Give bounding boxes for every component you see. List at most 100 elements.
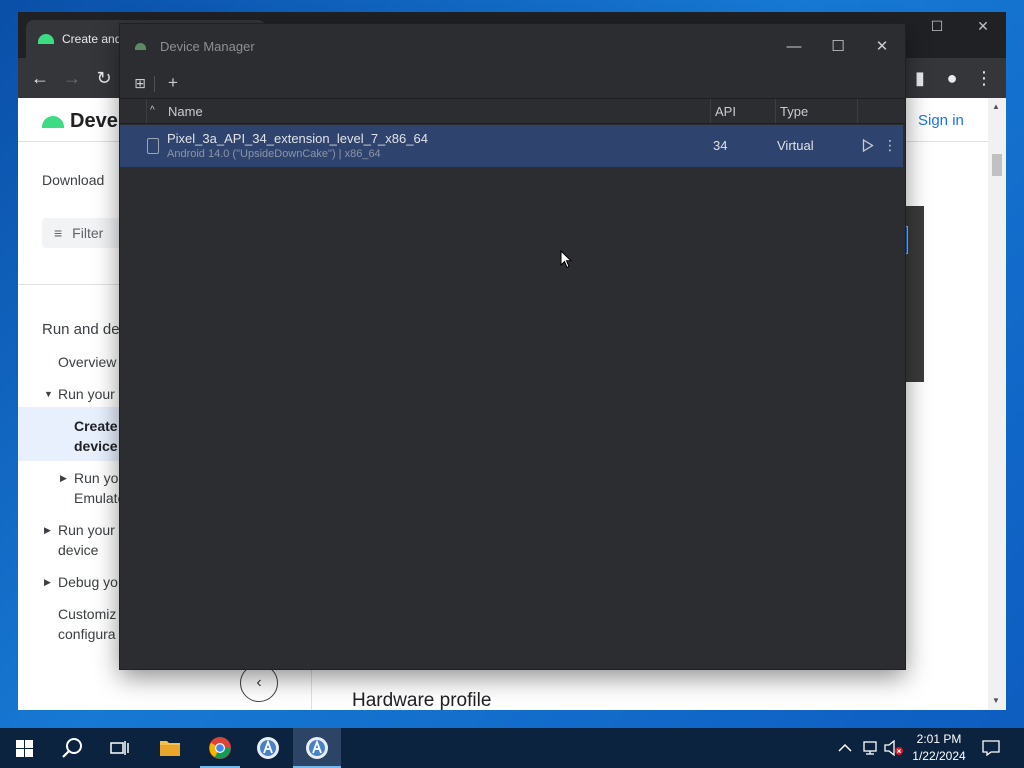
network-button[interactable] xyxy=(862,728,880,768)
column-separator[interactable] xyxy=(775,99,776,123)
device-group-icon[interactable]: ⊞ xyxy=(128,71,152,95)
close-icon[interactable]: ✕ xyxy=(960,12,1006,40)
side-panel-icon[interactable]: ▮ xyxy=(906,64,934,92)
maximize-icon[interactable]: ☐ xyxy=(914,12,960,40)
maximize-button[interactable]: ☐ xyxy=(823,34,853,58)
page-scrollbar[interactable]: ▲ ▼ xyxy=(988,98,1006,710)
toolbar-separator xyxy=(154,76,155,92)
android-icon xyxy=(42,115,64,128)
site-name: Devel xyxy=(70,110,124,132)
chevron-left-icon: ‹ xyxy=(256,674,262,691)
device-api: 34 xyxy=(713,138,728,153)
nav-item-run-your-app[interactable]: Run your a xyxy=(58,384,126,404)
android-studio-button[interactable] xyxy=(244,728,292,768)
chrome-tab-title: Create and xyxy=(62,32,122,46)
windows-logo-icon xyxy=(15,739,33,757)
add-device-button[interactable]: + xyxy=(161,71,185,95)
column-header-type[interactable]: Type xyxy=(780,104,808,119)
sign-in-link[interactable]: Sign in xyxy=(918,112,964,129)
dm-window-title: Device Manager xyxy=(160,39,255,54)
profile-icon[interactable]: ● xyxy=(938,64,966,92)
chrome-icon xyxy=(209,737,231,759)
run-device-button[interactable] xyxy=(861,137,875,153)
column-header-name[interactable]: Name xyxy=(168,104,203,119)
nav-item-customize-line2[interactable]: configura xyxy=(58,624,116,644)
caret-right-icon[interactable]: ▶ xyxy=(44,577,51,588)
task-view-button[interactable] xyxy=(96,728,144,768)
plus-icon: + xyxy=(168,73,178,92)
filter-placeholder: Filter xyxy=(72,225,104,241)
search-icon xyxy=(62,738,82,758)
nav-item-run-device-line1[interactable]: Run your a xyxy=(58,520,126,540)
more-vert-icon: ⋮ xyxy=(883,136,897,153)
caret-right-icon[interactable]: ▶ xyxy=(44,525,51,536)
nav-item-create-line1[interactable]: Create xyxy=(74,416,118,436)
dm-toolbar: ⊞ + xyxy=(120,68,905,98)
reload-icon[interactable]: ↻ xyxy=(90,64,118,92)
android-studio-icon xyxy=(257,737,279,759)
android-studio-icon xyxy=(306,737,328,759)
forward-icon[interactable]: → xyxy=(58,64,86,92)
nav-item-customize-line1[interactable]: Customiz xyxy=(58,604,116,624)
back-icon[interactable]: ← xyxy=(26,64,54,92)
notification-icon xyxy=(982,740,1000,756)
android-icon xyxy=(38,34,54,44)
taskbar-clock[interactable]: 2:01 PM 1/22/2024 xyxy=(908,731,970,765)
maximize-icon: ☐ xyxy=(831,38,845,55)
volume-muted-icon xyxy=(884,740,903,756)
close-button[interactable]: ✕ xyxy=(867,34,897,58)
clock-time: 2:01 PM xyxy=(916,732,962,746)
nav-item-debug[interactable]: Debug yo xyxy=(58,572,118,592)
minimize-icon: — xyxy=(786,37,802,55)
more-actions-button[interactable]: ⋮ xyxy=(883,136,897,153)
device-subtitle: Android 14.0 ("UpsideDownCake") | x86_64 xyxy=(167,148,381,160)
nav-section-title[interactable]: Run and de xyxy=(42,320,120,340)
task-view-icon xyxy=(110,741,129,755)
mouse-cursor-icon xyxy=(560,250,572,269)
android-icon xyxy=(135,43,146,50)
device-manager-taskbar-button[interactable] xyxy=(293,728,341,768)
device-row[interactable]: Pixel_3a_API_34_extension_level_7_x86_64… xyxy=(120,125,903,167)
chrome-taskbar-button[interactable] xyxy=(196,728,244,768)
close-icon: ✕ xyxy=(875,38,889,55)
minimize-button[interactable]: — xyxy=(779,34,809,58)
show-hidden-icons-button[interactable] xyxy=(838,728,852,768)
chevron-up-icon xyxy=(838,743,852,752)
nav-item-run-device-line2[interactable]: device xyxy=(58,540,98,560)
nav-item-run-emulator-line1[interactable]: Run you xyxy=(74,468,126,488)
nav-download[interactable]: Download xyxy=(42,172,104,188)
scroll-down-icon[interactable]: ▼ xyxy=(992,696,1000,705)
menu-icon[interactable]: ⋮ xyxy=(970,64,998,92)
start-button[interactable] xyxy=(0,728,48,768)
nav-item-create-line2[interactable]: device xyxy=(74,436,118,456)
sort-ascending-icon[interactable]: ^ xyxy=(150,105,155,116)
play-icon xyxy=(862,138,874,152)
file-explorer-button[interactable] xyxy=(146,728,194,768)
action-center-button[interactable] xyxy=(982,728,1000,768)
caret-down-icon[interactable]: ▼ xyxy=(44,389,53,399)
device-manager-window: Device Manager — ☐ ✕ ⊞ + ^ Name API Type… xyxy=(120,24,905,669)
dm-titlebar: Device Manager — ☐ ✕ xyxy=(120,24,905,68)
collapse-nav-button[interactable]: ‹ xyxy=(240,664,278,702)
network-icon xyxy=(863,741,877,755)
caret-right-icon[interactable]: ▶ xyxy=(60,473,67,484)
nav-item-overview[interactable]: Overview xyxy=(58,352,116,372)
hardware-profile-heading: Hardware profile xyxy=(352,690,492,710)
column-separator xyxy=(146,99,147,123)
taskbar: 2:01 PM 1/22/2024 xyxy=(0,728,1024,768)
column-separator[interactable] xyxy=(710,99,711,123)
scrollbar-thumb[interactable] xyxy=(992,154,1002,176)
phone-icon xyxy=(147,138,159,154)
device-type: Virtual xyxy=(777,138,814,153)
device-table-header: ^ Name API Type xyxy=(120,98,905,124)
scroll-up-icon[interactable]: ▲ xyxy=(992,102,1000,111)
search-button[interactable] xyxy=(48,728,96,768)
column-separator[interactable] xyxy=(857,99,858,123)
clock-date: 1/22/2024 xyxy=(912,749,966,763)
volume-button[interactable] xyxy=(884,728,904,768)
nav-item-run-emulator-line2[interactable]: Emulato xyxy=(74,488,125,508)
device-name: Pixel_3a_API_34_extension_level_7_x86_64 xyxy=(167,131,428,146)
site-logo[interactable]: Devel xyxy=(42,110,123,133)
column-header-api[interactable]: API xyxy=(715,104,736,119)
filter-icon: ≡ xyxy=(54,225,63,241)
